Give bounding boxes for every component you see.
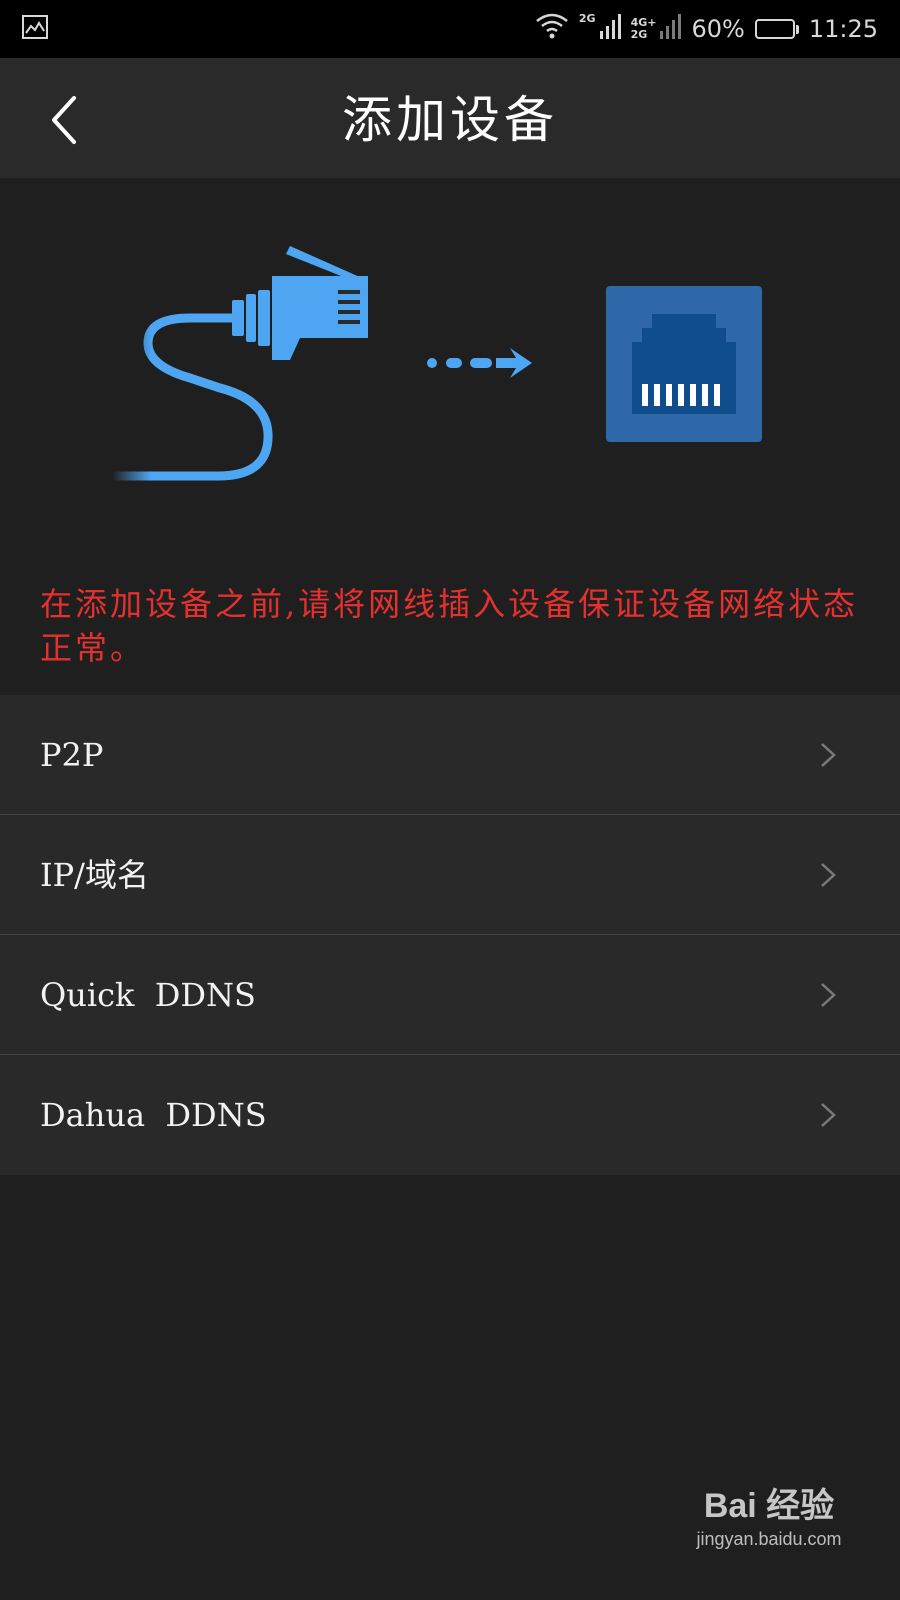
chevron-right-icon bbox=[821, 743, 836, 767]
menu-item-label: P2P bbox=[40, 736, 104, 774]
chevron-right-icon bbox=[821, 983, 836, 1007]
back-button[interactable] bbox=[40, 88, 90, 148]
ethernet-cable-icon bbox=[107, 246, 368, 481]
dotted-arrow-icon bbox=[427, 348, 532, 378]
watermark-url: jingyan.baidu.com bbox=[696, 1529, 842, 1549]
menu-item-label: Quick DDNS bbox=[40, 976, 256, 1014]
battery-percent: 60% bbox=[691, 15, 745, 43]
connection-illustration bbox=[0, 178, 900, 538]
menu-item-label: Dahua DDNS bbox=[40, 1096, 267, 1134]
baidu-jingyan-watermark: Bai 经验 jingyan.baidu.com bbox=[684, 1478, 854, 1578]
chevron-right-icon bbox=[821, 863, 836, 887]
page-title: 添加设备 bbox=[342, 91, 558, 149]
status-bar: 2G 4G+ 2G 60% 11:25 bbox=[0, 0, 900, 58]
chevron-right-icon bbox=[821, 1103, 836, 1127]
menu-item-p2p[interactable]: P2P bbox=[0, 695, 900, 815]
gallery-icon bbox=[20, 12, 50, 42]
network-type-label: 2G bbox=[578, 12, 596, 25]
network-type-label-tertiary: 2G bbox=[630, 28, 648, 41]
menu-item-label: IP/域名 bbox=[40, 856, 149, 894]
menu-item-ip-domain[interactable]: IP/域名 bbox=[0, 815, 900, 935]
battery-icon bbox=[754, 19, 799, 39]
signal-strength-icon-secondary bbox=[659, 13, 682, 45]
menu-item-dahua-ddns[interactable]: Dahua DDNS bbox=[0, 1055, 900, 1175]
app-header: 添加设备 bbox=[0, 58, 900, 178]
ethernet-port-icon bbox=[606, 286, 762, 442]
watermark-brand: Bai 经验 bbox=[703, 1487, 835, 1525]
connection-method-list: P2P IP/域名 Quick DDNS Dahua DDNS bbox=[0, 695, 900, 1175]
signal-strength-icon bbox=[599, 13, 621, 45]
wifi-icon bbox=[535, 12, 569, 46]
clock: 11:25 bbox=[808, 15, 878, 43]
menu-item-quick-ddns[interactable]: Quick DDNS bbox=[0, 935, 900, 1055]
chevron-left-icon bbox=[52, 96, 76, 144]
connection-notice: 在添加设备之前,请将网线插入设备保证设备网络状态正常。 bbox=[40, 585, 859, 667]
